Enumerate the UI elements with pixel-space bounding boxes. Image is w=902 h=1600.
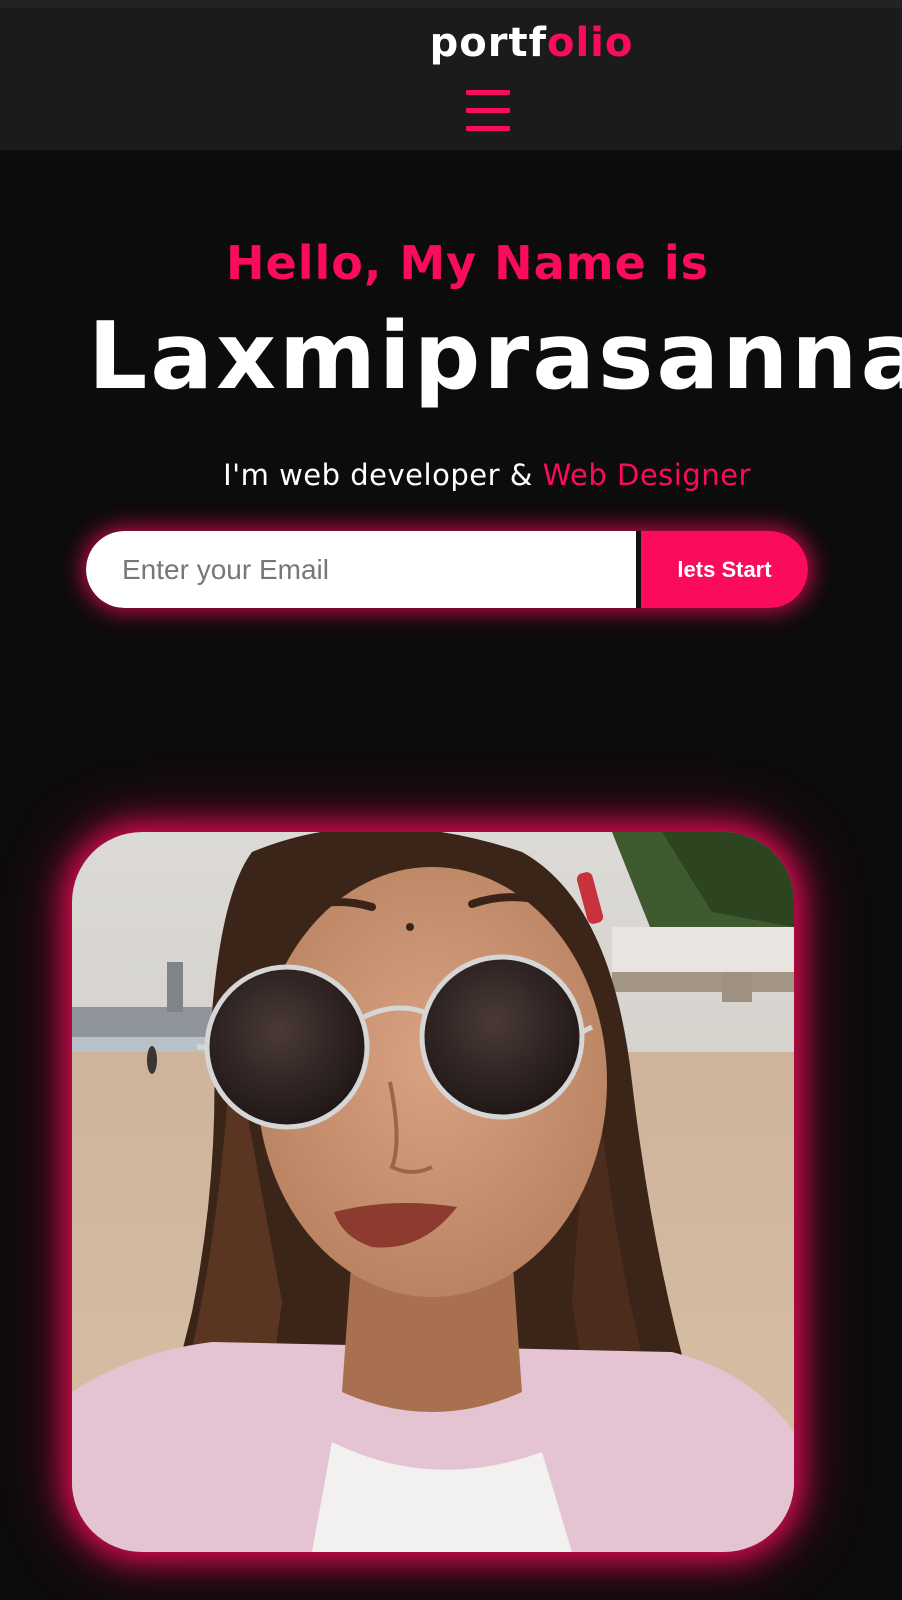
menu-bar-middle bbox=[466, 108, 510, 113]
hero-greeting: Hello, My Name is bbox=[226, 236, 709, 290]
hero-name: Laxmiprasanna bbox=[88, 302, 902, 410]
lets-start-button[interactable]: lets Start bbox=[641, 531, 808, 608]
logo-text-main: portf bbox=[429, 20, 547, 66]
role-accent: Web Designer bbox=[542, 458, 751, 492]
site-logo[interactable]: portfolio bbox=[0, 20, 902, 66]
top-navbar: portfolio bbox=[0, 0, 902, 150]
email-signup-form: lets Start bbox=[86, 531, 808, 608]
profile-photo-illustration bbox=[72, 832, 794, 1552]
role-prefix: I'm web developer & bbox=[223, 458, 533, 492]
menu-bar-bottom bbox=[466, 126, 510, 131]
hamburger-menu-icon[interactable] bbox=[466, 90, 510, 132]
profile-photo bbox=[72, 832, 794, 1552]
email-input[interactable] bbox=[86, 531, 636, 608]
menu-bar-top bbox=[466, 90, 510, 95]
logo-text-accent: olio bbox=[546, 20, 634, 66]
hero-subtitle: I'm web developer & Web Designer bbox=[0, 458, 902, 492]
